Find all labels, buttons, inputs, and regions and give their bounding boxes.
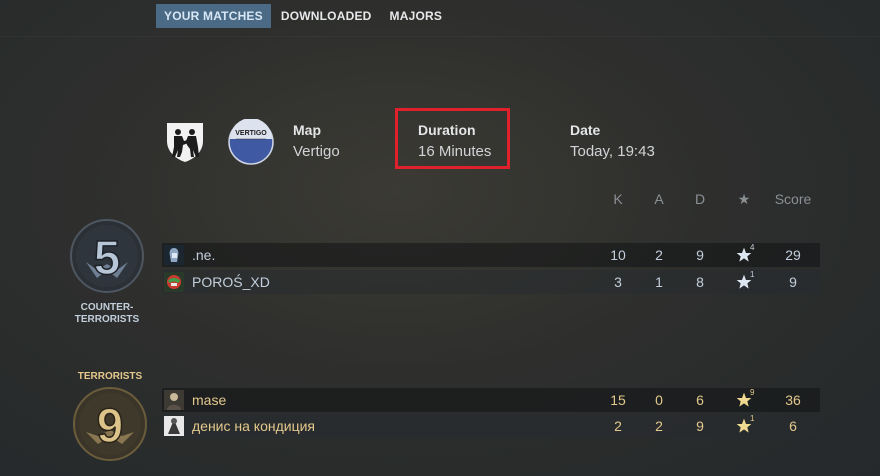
player-mvp: 9	[724, 388, 764, 412]
player-name: денис на кондиция	[192, 418, 316, 434]
player-mvp: 4	[724, 243, 764, 267]
map-value: Vertigo	[293, 143, 340, 160]
col-deaths: D	[694, 191, 706, 207]
mvp-count: 9	[750, 388, 755, 397]
player-name: mase	[192, 392, 227, 408]
duration-highlight	[395, 108, 510, 169]
player-row[interactable]: POROŚ_XD 3 1 8 1 9	[162, 270, 820, 294]
player-avatar	[164, 416, 184, 436]
player-mvp: 1	[724, 270, 764, 294]
player-mvp: 1	[724, 414, 764, 438]
t-team-name: TERRORISTS	[77, 371, 143, 382]
date-label: Date	[570, 122, 601, 138]
date-value: Today, 19:43	[570, 143, 655, 160]
player-name: .ne.	[192, 247, 216, 263]
player-deaths: 9	[696, 418, 704, 434]
player-assists: 0	[655, 392, 663, 408]
player-row[interactable]: .ne. 10 2 9 4 29	[162, 243, 820, 267]
player-score: 36	[785, 392, 801, 408]
player-row[interactable]: денис на кондиция 2 2 9 1 6	[162, 414, 820, 438]
player-score: 9	[789, 274, 797, 290]
player-score: 29	[785, 247, 801, 263]
scoreboard-header: K A D ★ Score	[0, 188, 880, 210]
map-vertigo-icon: VERTIGO	[228, 119, 274, 165]
player-assists: 2	[655, 247, 663, 263]
match-info: VERTIGO Map Vertigo Duration 16 Minutes …	[0, 0, 880, 180]
player-avatar	[164, 390, 184, 410]
map-label: Map	[293, 122, 321, 138]
mvp-count: 4	[750, 243, 755, 252]
mvp-count: 1	[750, 270, 755, 279]
ct-team-name-line1: COUNTER-	[80, 302, 134, 313]
col-score: Score	[774, 191, 812, 207]
mvp-count: 1	[750, 414, 755, 423]
player-deaths: 6	[696, 392, 704, 408]
col-kills: K	[613, 191, 623, 207]
player-score: 6	[789, 418, 797, 434]
player-deaths: 9	[696, 247, 704, 263]
map-badge-label: VERTIGO	[235, 130, 267, 137]
ct-team-logo-icon	[167, 123, 203, 162]
col-mvp: ★	[737, 191, 751, 207]
date-info: Date Today, 19:43	[570, 120, 655, 164]
t-score-emblem: 9	[73, 387, 147, 461]
ct-team-name: COUNTER- TERRORISTS	[57, 302, 157, 326]
player-kills: 3	[614, 274, 622, 290]
player-avatar	[164, 245, 184, 265]
player-kills: 10	[610, 247, 626, 263]
player-assists: 1	[655, 274, 663, 290]
ct-team-name-line2: TERRORISTS	[74, 314, 140, 325]
player-assists: 2	[655, 418, 663, 434]
map-info: Map Vertigo	[293, 120, 340, 164]
ct-score-emblem: 5	[70, 219, 144, 293]
player-deaths: 8	[696, 274, 704, 290]
player-kills: 15	[610, 392, 626, 408]
ct-score: 5	[94, 232, 121, 285]
player-avatar	[164, 272, 184, 292]
t-score: 9	[97, 400, 124, 453]
col-assists: A	[654, 191, 664, 207]
player-name: POROŚ_XD	[192, 274, 270, 290]
player-row[interactable]: mase 15 0 6 9 36	[162, 388, 820, 412]
player-kills: 2	[614, 418, 622, 434]
